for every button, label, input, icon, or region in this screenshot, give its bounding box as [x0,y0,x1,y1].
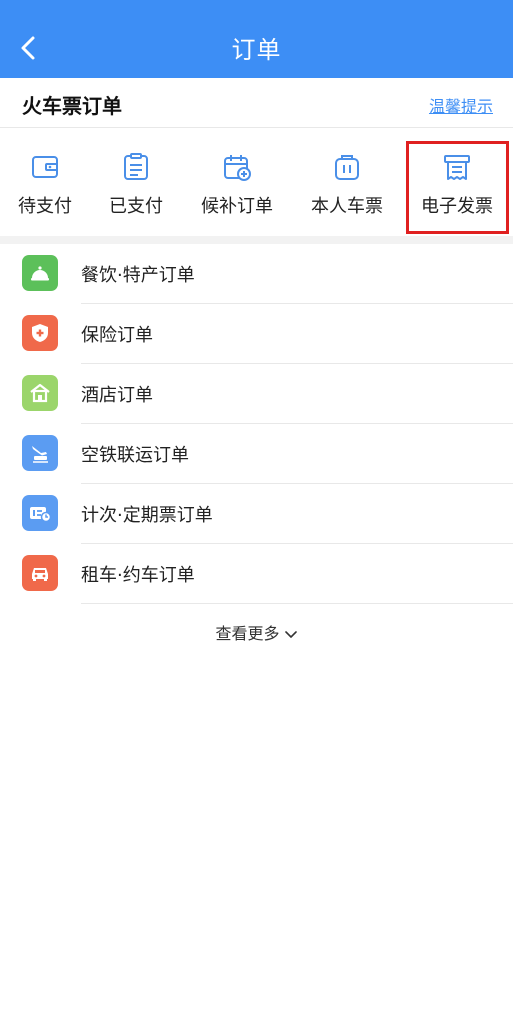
train-order-section-header: 火车票订单 温馨提示 [0,78,513,128]
shortcut-label: 已支付 [109,196,163,217]
list-item-air-rail[interactable]: 空铁联运订单 [0,424,513,484]
list-item-label: 空铁联运订单 [81,445,189,466]
list-item-label: 餐饮·特产订单 [81,265,195,286]
shortcut-label: 本人车票 [311,196,383,217]
list-item-pass-ticket[interactable]: 计次·定期票订单 [0,484,513,544]
section-title: 火车票订单 [22,94,122,118]
view-more-button[interactable]: 查看更多 [0,620,513,644]
shortcut-own-tickets[interactable]: 本人车票 [297,128,397,236]
wallet-icon [32,156,58,178]
list-item-hotel[interactable]: 酒店订单 [0,364,513,424]
pass-ticket-icon [22,495,58,531]
shortcut-paid[interactable]: 已支付 [86,128,186,236]
car-icon [22,555,58,591]
page-title: 订单 [231,36,282,64]
shortcut-label: 候补订单 [201,196,273,217]
list-item-food[interactable]: 餐饮·特产订单 [0,244,513,304]
document-list-icon [124,153,148,180]
section-divider [0,236,513,244]
shield-icon [22,315,58,351]
list-item-label: 租车·约车订单 [81,565,195,586]
tips-link[interactable]: 温馨提示 [429,93,493,117]
divider [81,603,513,604]
list-item-label: 酒店订单 [81,385,153,406]
highlight-box [406,141,509,234]
other-orders-list: 餐饮·特产订单 保险订单 酒店订单 空铁联运订单 计次·定期票订单 租车·约车订… [0,244,513,604]
food-bell-icon [22,255,58,291]
calendar-add-icon [224,155,251,181]
plane-train-icon [22,435,58,471]
ticket-bag-icon [335,155,359,180]
list-item-label: 保险订单 [81,325,153,346]
chevron-down-icon [284,630,297,638]
list-item-car-rental[interactable]: 租车·约车订单 [0,544,513,604]
list-item-label: 计次·定期票订单 [81,505,213,526]
list-item-insurance[interactable]: 保险订单 [0,304,513,364]
shortcut-unpaid[interactable]: 待支付 [0,128,95,236]
shortcut-label: 待支付 [18,196,72,217]
view-more-label: 查看更多 [215,624,280,643]
app-header: 订单 [0,0,513,78]
shortcut-waitlist[interactable]: 候补订单 [187,128,287,236]
hotel-icon [22,375,58,411]
